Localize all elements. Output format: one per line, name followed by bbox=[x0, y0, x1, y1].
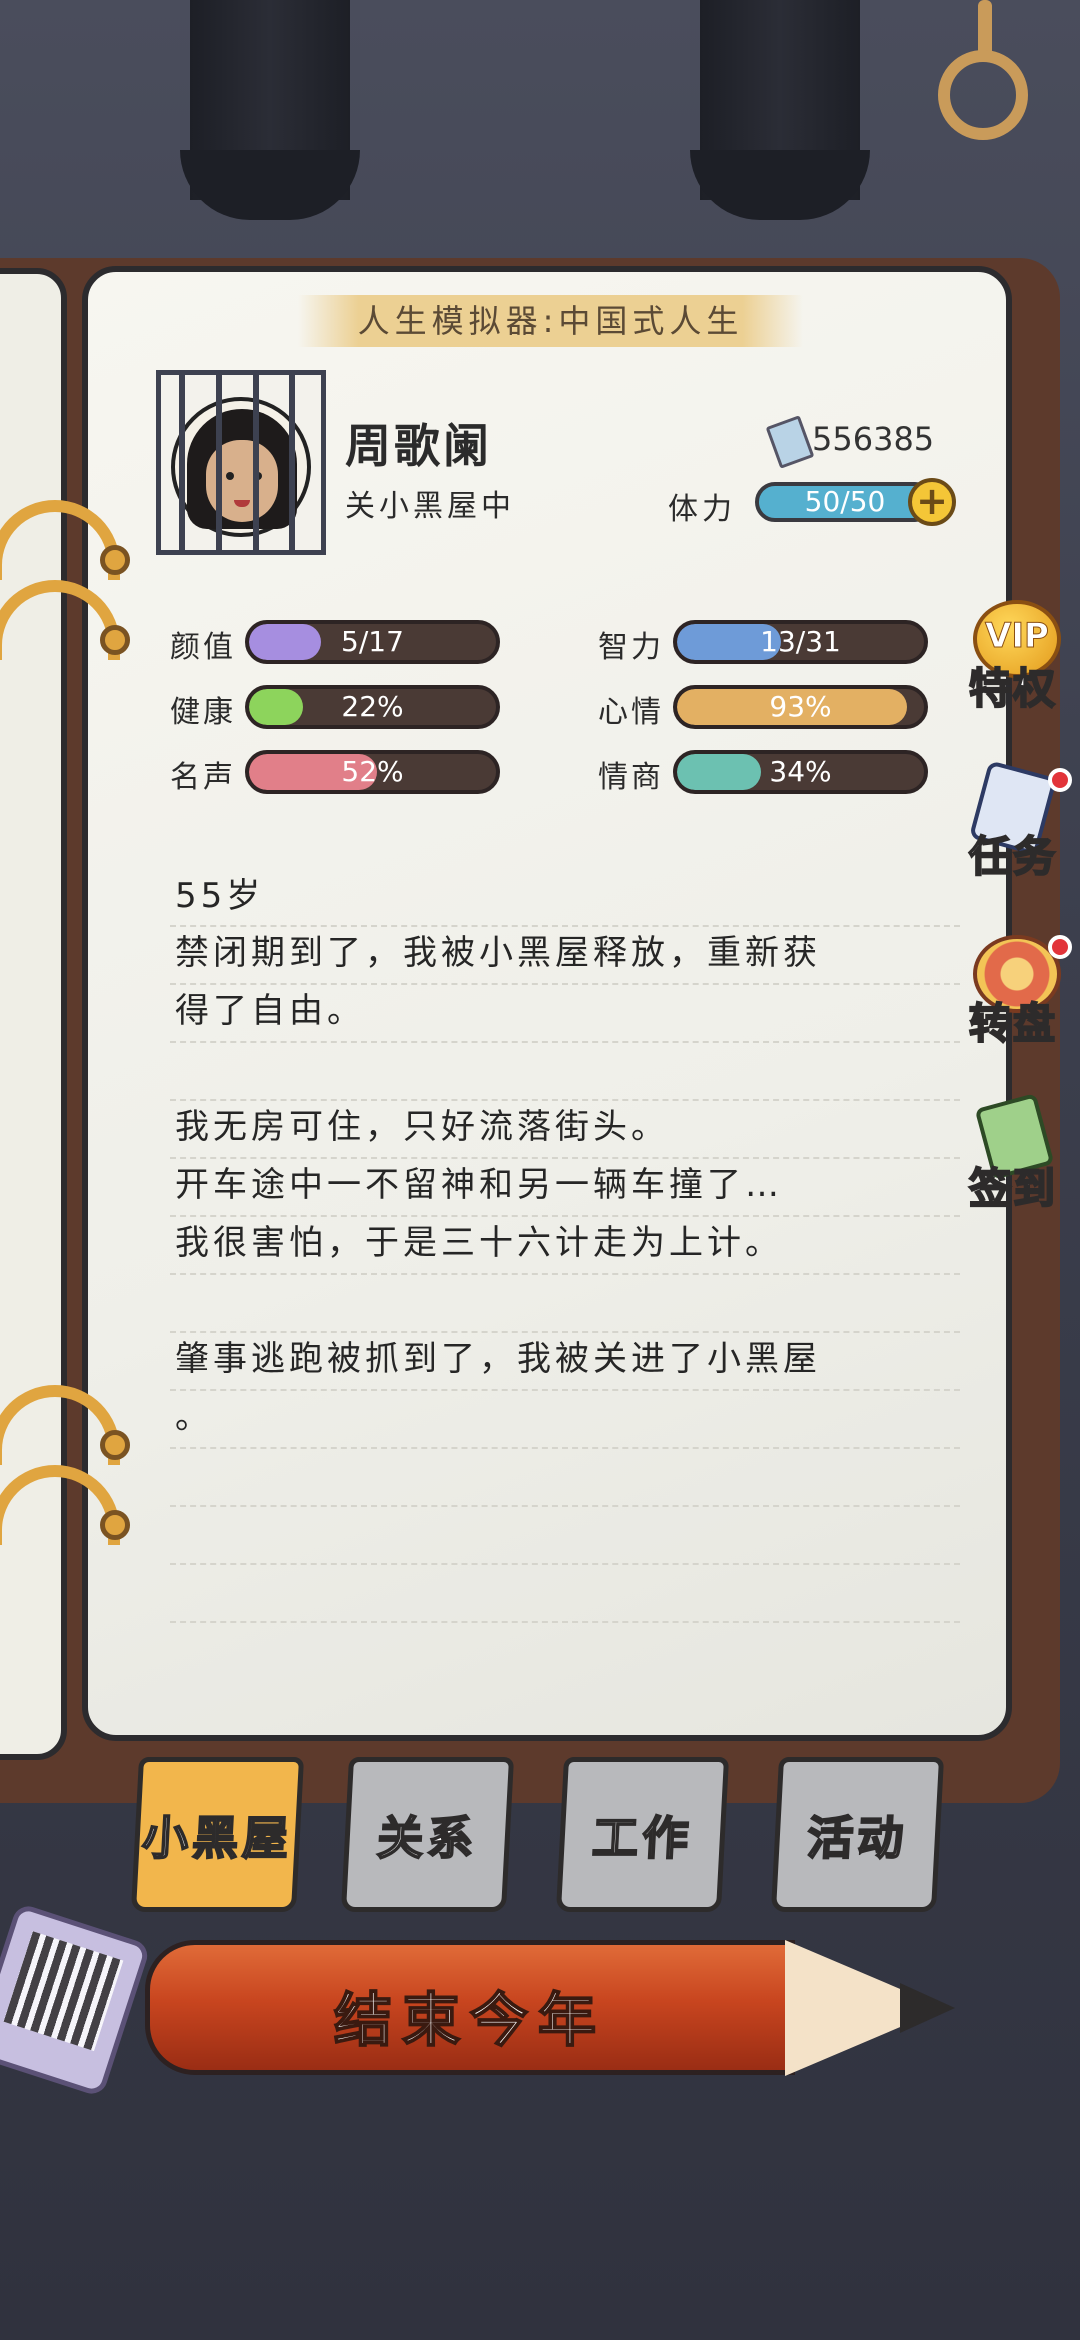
journal-line: 肇事逃跑被抓到了，我被关进了小黑屋 bbox=[175, 1339, 821, 1379]
add-stamina-button[interactable]: + bbox=[908, 478, 956, 526]
journal-line: 。 bbox=[175, 1397, 213, 1437]
ruled-line bbox=[170, 1621, 960, 1623]
wheel-label: 转盘 bbox=[968, 998, 1057, 1049]
journal-line: 得了自由。 bbox=[175, 991, 365, 1031]
ruled-line bbox=[170, 1273, 960, 1275]
tab-work[interactable]: 工作 bbox=[555, 1757, 730, 1912]
tab-dark-room-label: 小黑屋 bbox=[140, 1810, 295, 1866]
character-avatar[interactable] bbox=[156, 370, 326, 555]
qr-code-icon bbox=[3, 1931, 124, 2051]
game-title: 人生模拟器:中国式人生 bbox=[298, 295, 803, 347]
journal-age: 55岁 bbox=[175, 876, 265, 916]
task-label: 任务 bbox=[968, 831, 1057, 882]
jail-bars-icon bbox=[179, 375, 185, 550]
tab-activity[interactable]: 活动 bbox=[770, 1757, 945, 1912]
pillar-right-cap bbox=[690, 150, 870, 220]
pillar-left-cap bbox=[180, 150, 360, 220]
wheel-notification-badge bbox=[1048, 935, 1072, 959]
ruled-line bbox=[170, 1041, 960, 1043]
task-button[interactable]: 任务 bbox=[958, 760, 1072, 888]
attr-label-4: 名声 bbox=[170, 760, 236, 795]
attr-label-2: 健康 bbox=[170, 695, 236, 730]
attr-bar-2: 22% bbox=[245, 685, 500, 729]
attr-value-1: 13/31 bbox=[760, 625, 841, 658]
attr-value-3: 93% bbox=[769, 690, 832, 723]
tab-relations[interactable]: 关系 bbox=[340, 1757, 515, 1912]
attr-value-4: 52% bbox=[341, 755, 404, 788]
task-notification-badge bbox=[1048, 768, 1072, 792]
attr-bar-1: 13/31 bbox=[673, 620, 928, 664]
vip-label: 特权 bbox=[968, 663, 1057, 714]
qr-code-tag[interactable] bbox=[0, 1902, 152, 2098]
wheel-button[interactable]: 转盘 bbox=[958, 935, 1072, 1055]
checkin-label: 签到 bbox=[968, 1163, 1057, 1214]
money-value: 556385 bbox=[812, 420, 935, 458]
attr-bar-4: 52% bbox=[245, 750, 500, 794]
character-name: 周歌阑 bbox=[345, 419, 492, 473]
hanging-ring bbox=[938, 50, 1028, 140]
journal-line: 我很害怕，于是三十六计走为上计。 bbox=[175, 1223, 783, 1263]
tab-activity-label: 活动 bbox=[805, 1810, 910, 1866]
ruled-line bbox=[170, 1447, 960, 1449]
stamina-label: 体力 bbox=[668, 492, 736, 527]
attr-label-0: 颜值 bbox=[170, 630, 236, 665]
attr-label-5: 情商 bbox=[598, 760, 664, 795]
tab-relations-label: 关系 bbox=[375, 1810, 480, 1866]
ruled-line bbox=[170, 1505, 960, 1507]
journal-line: 开车途中一不留神和另一辆车撞了… bbox=[175, 1165, 783, 1205]
attr-bar-3: 93% bbox=[673, 685, 928, 729]
attr-value-5: 34% bbox=[769, 755, 832, 788]
end-year-button[interactable]: 结束今年 bbox=[145, 1935, 955, 2085]
character-status: 关小黑屋中 bbox=[345, 489, 515, 524]
tab-work-label: 工作 bbox=[590, 1810, 695, 1866]
attr-value-2: 22% bbox=[341, 690, 404, 723]
ruled-line bbox=[170, 1563, 960, 1565]
attr-label-1: 智力 bbox=[598, 630, 664, 665]
end-year-label: 结束今年 bbox=[333, 1985, 606, 2055]
attr-bar-5: 34% bbox=[673, 750, 928, 794]
attr-label-3: 心情 bbox=[598, 695, 664, 730]
checkin-button[interactable]: 签到 bbox=[958, 1093, 1068, 1220]
attr-value-0: 5/17 bbox=[341, 625, 404, 658]
ruled-line bbox=[170, 1389, 960, 1391]
attr-bar-0: 5/17 bbox=[245, 620, 500, 664]
vip-privilege-button[interactable]: VIP 特权 bbox=[958, 600, 1068, 720]
journal-line: 我无房可住，只好流落街头。 bbox=[175, 1107, 669, 1147]
tab-dark-room[interactable]: 小黑屋 bbox=[130, 1757, 305, 1912]
journal-line: 禁闭期到了，我被小黑屋释放，重新获 bbox=[175, 933, 821, 973]
